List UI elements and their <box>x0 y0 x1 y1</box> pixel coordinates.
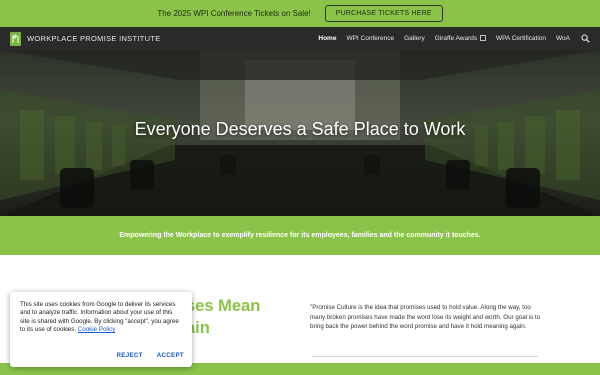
hero-banner: Everyone Deserves a Safe Place to Work <box>0 50 600 216</box>
tagline-text: Empowering the Workplace to exemplify re… <box>119 232 481 239</box>
site-header: WORKPLACE PROMISE INSTITUTE Home WPI Con… <box>0 27 600 50</box>
site-title[interactable]: WORKPLACE PROMISE INSTITUTE <box>27 34 161 43</box>
accept-button[interactable]: ACCEPT <box>157 352 184 359</box>
section-heading: ses Mean ain <box>186 295 260 339</box>
nav-item-giraffe-awards[interactable]: Giraffe Awards <box>435 35 486 42</box>
main-nav: Home WPI Conference Gallery Giraffe Awar… <box>318 34 590 44</box>
nav-item-wpi-conference[interactable]: WPI Conference <box>346 35 394 42</box>
announcement-bar: The 2025 WPI Conference Tickets on Sale!… <box>0 0 600 27</box>
section-body-text: "Promise Culture is the idea that promis… <box>310 304 541 330</box>
cookie-message: This site uses cookies from Google to de… <box>20 301 182 334</box>
announcement-text: The 2025 WPI Conference Tickets on Sale! <box>157 9 311 18</box>
external-link-icon <box>480 35 486 41</box>
nav-item-giraffe-awards-label: Giraffe Awards <box>434 35 478 42</box>
nav-item-wpa-certification[interactable]: WPA Certification <box>496 35 546 42</box>
reject-button[interactable]: REJECT <box>117 352 143 359</box>
purchase-tickets-button[interactable]: PURCHASE TICKETS HERE <box>324 5 443 22</box>
nav-item-home[interactable]: Home <box>318 35 336 42</box>
wpi-logo-icon[interactable] <box>10 31 21 46</box>
cookie-actions: REJECT ACCEPT <box>117 352 184 359</box>
nav-item-gallery[interactable]: Gallery <box>404 35 425 42</box>
hero-title: Everyone Deserves a Safe Place to Work <box>134 119 466 139</box>
nav-item-woa[interactable]: WoA <box>556 35 570 42</box>
section-heading-line-1: ses Mean <box>186 297 261 315</box>
section-divider <box>312 356 538 357</box>
section-heading-line-2: ain <box>186 319 210 337</box>
cookie-policy-link[interactable]: Cookie Policy <box>78 326 116 333</box>
search-icon[interactable] <box>580 34 590 44</box>
cookie-consent-dialog: This site uses cookies from Google to de… <box>10 292 192 367</box>
tagline-band: Empowering the Workplace to exemplify re… <box>0 216 600 255</box>
